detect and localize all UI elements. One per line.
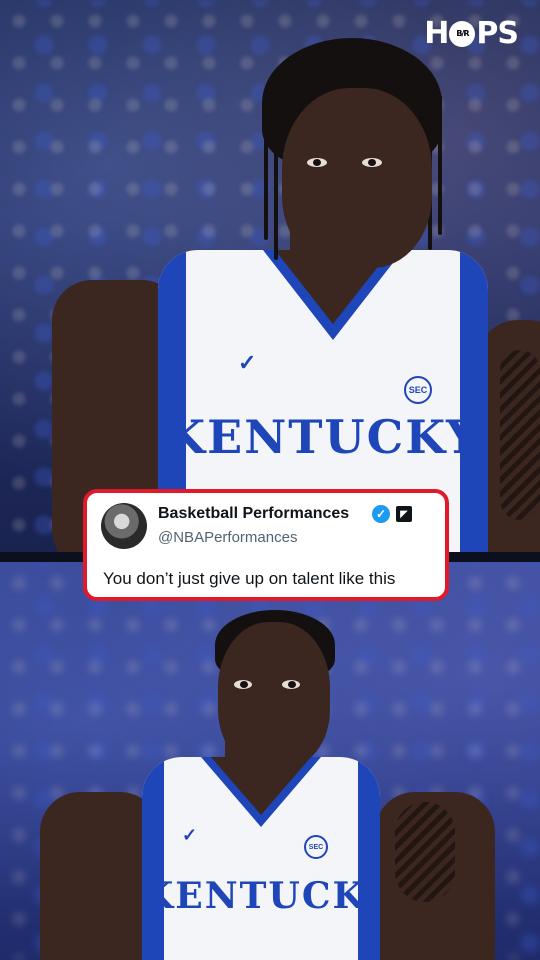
logo-text-left: H xyxy=(424,16,449,51)
nike-logo-icon: ✓ xyxy=(238,350,257,375)
affiliate-badge-icon: ◤ xyxy=(396,506,412,522)
sec-patch-text: SEC xyxy=(408,385,428,395)
tweet-display-name[interactable]: Basketball Performances xyxy=(158,505,349,523)
tweet-card[interactable]: Basketball Performances ✓ ◤ @NBAPerforma… xyxy=(83,489,449,601)
verified-check-icon: ✓ xyxy=(372,505,390,523)
sec-patch: SEC xyxy=(404,376,432,404)
top-jersey-text: KENTUCKY xyxy=(165,410,481,464)
logo-ball-text: B/R xyxy=(456,29,469,38)
top-player-right-eye xyxy=(362,158,382,167)
sec-patch: SEC xyxy=(304,835,328,859)
sec-patch-text: SEC xyxy=(308,843,324,851)
bottom-player-left-eye xyxy=(234,680,252,689)
top-player-tattoo xyxy=(500,350,540,520)
basketball-icon: B/R xyxy=(449,20,476,47)
top-player: ✓ SEC KENTUCKY xyxy=(0,0,540,552)
bottom-jersey-text: KENTUCKY xyxy=(142,875,380,917)
logo-text-right: PS xyxy=(476,16,519,51)
bottom-player-face xyxy=(218,622,330,768)
top-player-left-eye xyxy=(307,158,327,167)
profile-avatar[interactable] xyxy=(101,503,147,549)
tweet-text: You don’t just give up on talent like th… xyxy=(103,569,396,588)
bottom-player-tattoo xyxy=(395,802,455,902)
nike-logo-icon: ✓ xyxy=(182,825,198,845)
top-player-face xyxy=(282,88,432,268)
hoops-br-logo: H B/R PS xyxy=(424,16,519,51)
tweet-handle[interactable]: @NBAPerformances xyxy=(158,529,297,546)
bottom-player-jersey: ✓ SEC KENTUCKY xyxy=(142,757,380,960)
bottom-player-right-eye xyxy=(282,680,300,689)
bottom-photo: ✓ SEC KENTUCKY xyxy=(0,562,540,960)
bottom-player: ✓ SEC KENTUCKY xyxy=(0,562,540,960)
top-photo: ✓ SEC KENTUCKY H B/R PS xyxy=(0,0,540,552)
